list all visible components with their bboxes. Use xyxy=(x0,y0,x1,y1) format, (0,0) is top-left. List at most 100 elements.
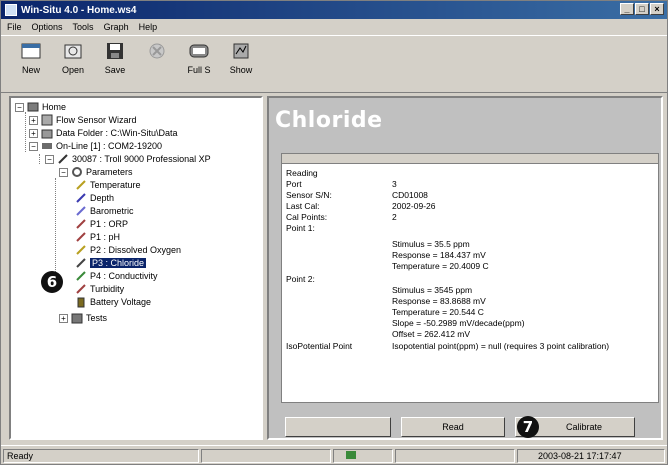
readout-value: Stimulus = 3545 ppm xyxy=(392,285,473,295)
collapse-icon[interactable]: − xyxy=(15,102,24,112)
tree-param-item[interactable]: P1 : pH xyxy=(75,231,120,243)
disabled-action-button[interactable] xyxy=(285,417,391,437)
readout-value: Stimulus = 35.5 ppm xyxy=(392,239,470,249)
readout-label: Sensor S/N: xyxy=(286,190,332,200)
sensor-icon xyxy=(76,193,86,203)
sensor-icon xyxy=(76,284,86,294)
battery-icon xyxy=(77,297,85,308)
minimize-button[interactable]: _ xyxy=(620,3,634,15)
readout-value: Isopotential point(ppm) = null (requires… xyxy=(392,341,610,351)
disabled-icon xyxy=(149,43,165,59)
readout-value: Response = 184.437 mV xyxy=(392,250,486,260)
tree-param-item[interactable]: Battery Voltage xyxy=(75,296,151,308)
full-screen-icon xyxy=(189,44,209,58)
expand-icon[interactable]: + xyxy=(29,115,38,125)
app-window: Win-Situ 4.0 - Home.ws4 _ □ × File Optio… xyxy=(0,0,668,465)
read-button[interactable]: Read xyxy=(401,417,505,437)
tree-param-item-selected[interactable]: P3 : Chloride xyxy=(75,257,147,269)
connection-icon xyxy=(42,143,52,149)
show-button[interactable]: Show xyxy=(221,36,261,88)
full-screen-label: Full S xyxy=(187,65,211,75)
open-button[interactable]: Open xyxy=(53,36,93,88)
menu-bar: File Options Tools Graph Help xyxy=(1,20,667,34)
tree-node-tests[interactable]: + Tests xyxy=(59,312,107,324)
collapse-icon[interactable]: − xyxy=(59,167,68,177)
readout-value: 2 xyxy=(392,212,397,222)
probe-icon xyxy=(58,154,68,164)
tree-node-data-folder[interactable]: + Data Folder : C:\Win-Situ\Data xyxy=(29,127,178,139)
tree-param-item[interactable]: Temperature xyxy=(75,179,141,191)
tree-param-item[interactable]: Barometric xyxy=(75,205,134,217)
collapse-icon[interactable]: − xyxy=(45,154,54,164)
menu-file[interactable]: File xyxy=(7,22,22,32)
full-screen-button[interactable]: Full S xyxy=(179,36,219,88)
new-icon xyxy=(21,43,41,59)
open-icon xyxy=(64,44,82,59)
show-label: Show xyxy=(229,65,253,75)
toolbar: New Open Save Full S Show xyxy=(1,35,667,93)
readout-value: Response = 83.8688 mV xyxy=(392,296,486,306)
maximize-button[interactable]: □ xyxy=(635,3,649,15)
readout-value: 3 xyxy=(392,179,397,189)
readout-label: Reading xyxy=(286,168,318,178)
new-label: New xyxy=(21,65,40,75)
callout-6: 6 xyxy=(41,271,63,293)
tree-param-item[interactable]: P4 : Conductivity xyxy=(75,270,158,282)
readout-value: Temperature = 20.4009 C xyxy=(392,261,489,271)
status-cell-empty xyxy=(395,449,515,463)
open-label: Open xyxy=(61,65,85,75)
readout-label: Last Cal: xyxy=(286,201,320,211)
app-icon xyxy=(5,4,17,16)
close-button[interactable]: × xyxy=(650,3,664,15)
connection-status-icon xyxy=(346,451,356,459)
menu-tools[interactable]: Tools xyxy=(73,22,94,32)
save-button[interactable]: Save xyxy=(95,36,135,88)
home-icon xyxy=(27,102,39,112)
tree-node-parameters[interactable]: − Parameters xyxy=(59,166,133,178)
wizard-icon xyxy=(41,114,53,126)
sensor-icon xyxy=(76,245,86,255)
status-bar: Ready 2003-08-21 17:17:47 xyxy=(1,445,667,465)
disabled-toolbar-button[interactable] xyxy=(137,36,177,88)
status-text: Ready xyxy=(3,449,199,463)
status-cell-icon xyxy=(333,449,393,463)
tree-node-online[interactable]: − On-Line [1] : COM2-19200 xyxy=(29,140,162,152)
tree-view[interactable]: − Home + Flow Sensor Wizard + Data Folde… xyxy=(9,96,263,440)
tree-node-device[interactable]: − 30087 : Troll 9000 Professional XP xyxy=(45,153,211,165)
readout-label: IsoPotential Point xyxy=(286,341,353,351)
sensor-icon xyxy=(76,232,86,242)
menu-graph[interactable]: Graph xyxy=(104,22,129,32)
collapse-icon[interactable]: − xyxy=(29,141,38,151)
title-bar[interactable]: Win-Situ 4.0 - Home.ws4 _ □ × xyxy=(1,1,667,19)
save-icon xyxy=(107,43,123,59)
parameters-icon xyxy=(72,167,82,177)
status-cell-empty xyxy=(201,449,331,463)
tree-param-item[interactable]: Turbidity xyxy=(75,283,124,295)
readout-value: Slope = -50.2989 mV/decade(ppm) xyxy=(392,318,525,328)
readout-value: 2002-09-26 xyxy=(392,201,436,211)
parameter-heading: Chloride xyxy=(275,108,383,133)
folder-icon xyxy=(41,129,53,139)
sensor-icon xyxy=(76,219,86,229)
tests-icon xyxy=(71,313,83,324)
sensor-icon xyxy=(76,258,86,268)
tree-param-item[interactable]: P1 : ORP xyxy=(75,218,128,230)
tree-param-item[interactable]: Depth xyxy=(75,192,114,204)
expand-icon[interactable]: + xyxy=(59,313,68,323)
readout-label: Point 1: xyxy=(286,223,315,233)
menu-help[interactable]: Help xyxy=(139,22,158,32)
window-title: Win-Situ 4.0 - Home.ws4 xyxy=(21,4,137,16)
menu-options[interactable]: Options xyxy=(32,22,63,32)
new-button[interactable]: New xyxy=(11,36,51,88)
readout-label: Point 2: xyxy=(286,274,315,284)
callout-7: 7 xyxy=(517,416,539,438)
readout-label: Cal Points: xyxy=(286,212,328,222)
show-icon xyxy=(233,43,249,59)
tree-node-flow-wizard[interactable]: + Flow Sensor Wizard xyxy=(29,114,137,126)
expand-icon[interactable]: + xyxy=(29,128,38,138)
tree-node-home[interactable]: − Home xyxy=(15,101,66,113)
tree-param-item[interactable]: P2 : Dissolved Oxygen xyxy=(75,244,181,256)
sensor-icon xyxy=(76,271,86,281)
readout-value: Temperature = 20.544 C xyxy=(392,307,484,317)
sensor-icon xyxy=(76,206,86,216)
